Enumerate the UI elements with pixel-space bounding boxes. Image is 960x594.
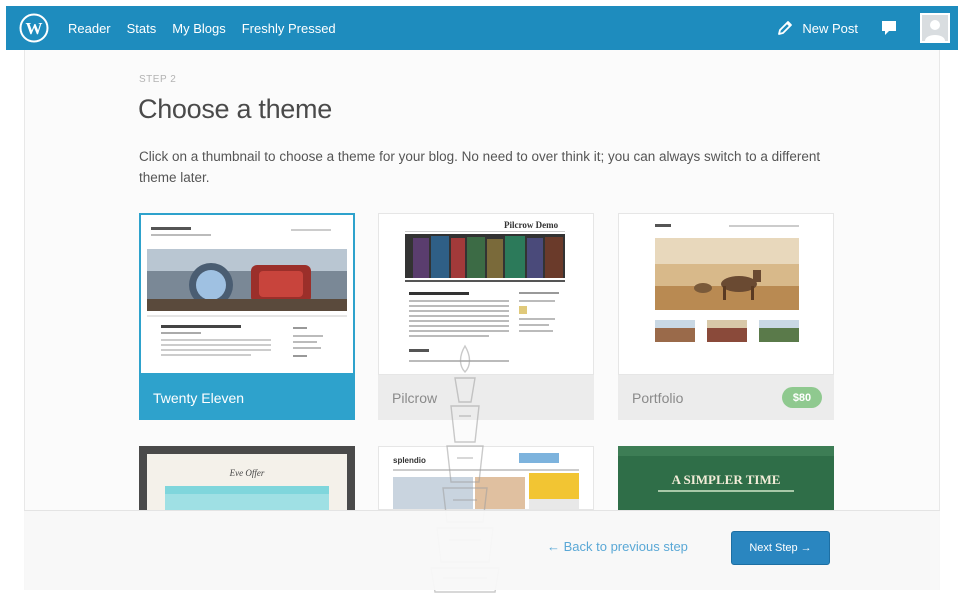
price-badge: $80 (782, 387, 822, 408)
nav-freshly-pressed[interactable]: Freshly Pressed (242, 21, 336, 36)
notification-bubble-icon[interactable] (880, 19, 898, 37)
new-post-label: New Post (802, 20, 858, 36)
content-panel: STEP 2 Choose a theme Click on a thumbna… (24, 50, 940, 590)
new-post-button[interactable]: New Post (776, 19, 858, 37)
theme-name: Pilcrow (378, 375, 594, 420)
thumb-title: A SIMPLER TIME (672, 472, 781, 487)
nav-stats[interactable]: Stats (127, 21, 157, 36)
thumb-title: Pilcrow Demo (504, 220, 559, 230)
admin-bar: W Reader Stats My Blogs Freshly Pressed … (6, 6, 958, 50)
thumb-title: splendio (393, 456, 426, 465)
svg-text:W: W (26, 19, 43, 38)
theme-thumbnail[interactable]: splendio (378, 446, 594, 510)
back-to-previous-step-link[interactable]: ← Back to previous step (547, 539, 688, 554)
theme-card-pilcrow[interactable]: Pilcrow Demo Pilcrow (378, 213, 594, 420)
nav-reader[interactable]: Reader (68, 21, 111, 36)
nav-my-blogs[interactable]: My Blogs (172, 21, 225, 36)
theme-thumbnail[interactable]: Pilcrow Demo (378, 213, 594, 375)
intro-text: Click on a thumbnail to choose a theme f… (139, 149, 821, 185)
next-step-button[interactable]: Next Step → (731, 531, 830, 565)
theme-thumbnail[interactable]: Eve Offer (139, 446, 355, 510)
pencil-icon (778, 21, 793, 35)
theme-thumbnail[interactable] (618, 213, 834, 375)
wordpress-logo-icon[interactable]: W (14, 8, 54, 48)
thumb-title: Eve Offer (229, 468, 265, 478)
theme-thumbnail[interactable] (139, 213, 355, 375)
theme-card-eve-offer[interactable]: Eve Offer (139, 446, 355, 510)
action-bar: ← Back to previous step Next Step → (24, 510, 940, 590)
theme-card-twenty-eleven[interactable]: Twenty Eleven (139, 213, 355, 420)
page-title: Choose a theme (138, 94, 332, 124)
theme-thumbnail[interactable]: A SIMPLER TIME (618, 446, 834, 510)
theme-card-simpler-time[interactable]: A SIMPLER TIME (618, 446, 834, 510)
theme-name: Twenty Eleven (139, 375, 355, 420)
theme-card-splendio[interactable]: splendio (378, 446, 594, 510)
step-label: STEP 2 (139, 74, 177, 85)
avatar[interactable] (920, 13, 950, 43)
theme-card-portfolio[interactable]: Portfolio $80 (618, 213, 834, 420)
